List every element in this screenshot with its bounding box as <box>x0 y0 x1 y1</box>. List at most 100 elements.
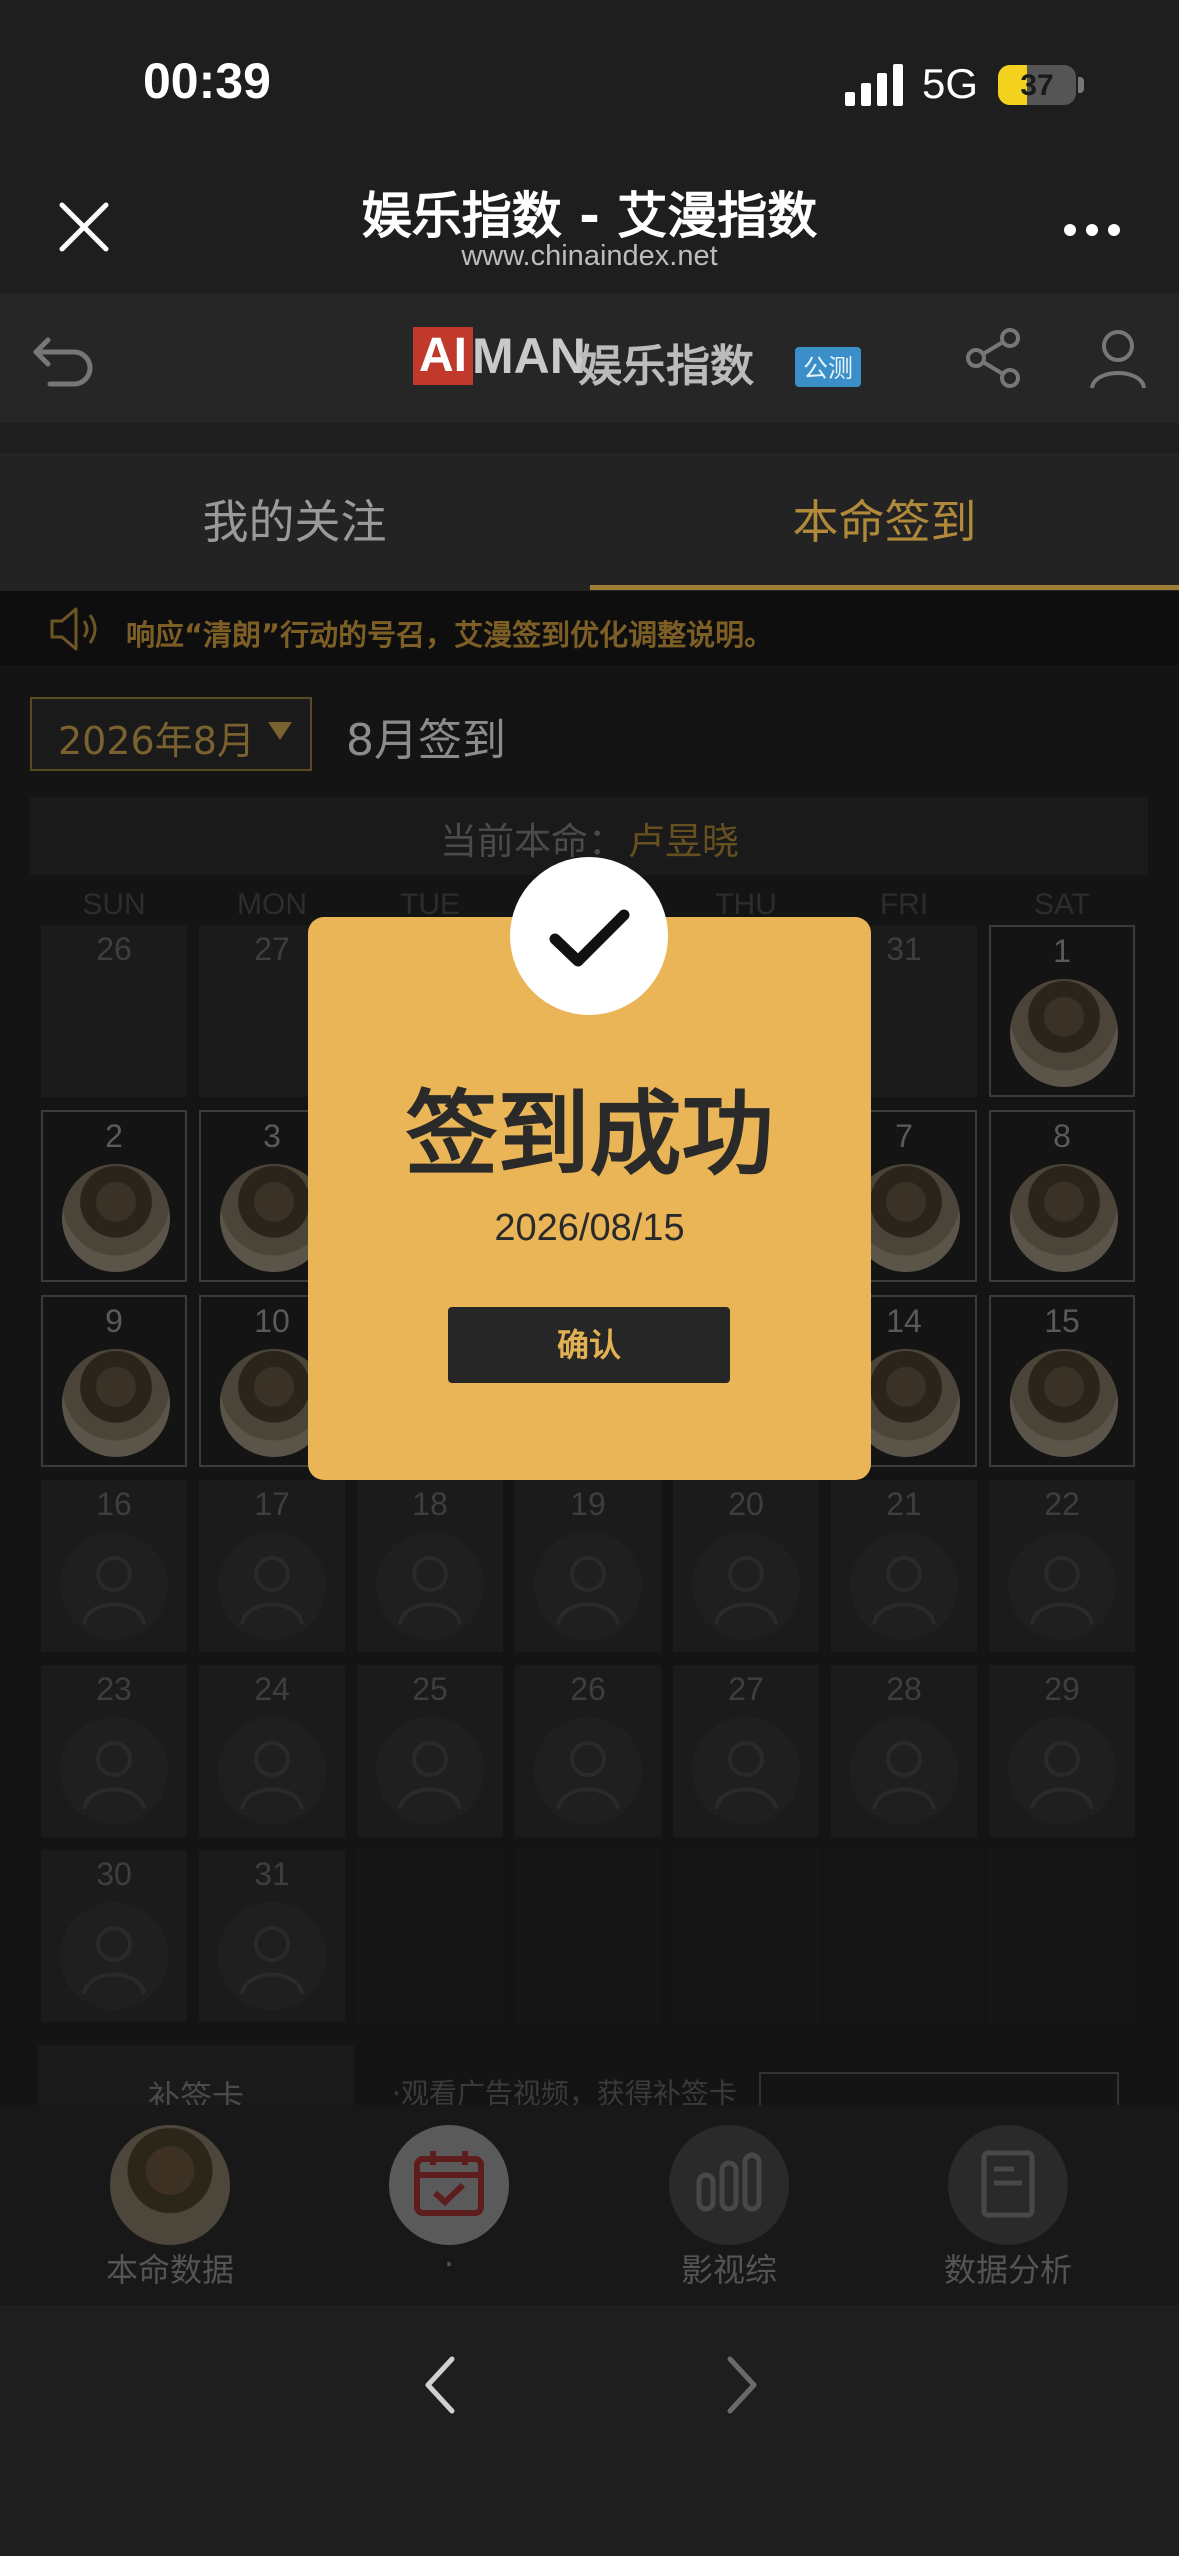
weekday-label: SUN <box>82 888 146 921</box>
browser-toolbar <box>0 2305 1179 2556</box>
check-icon <box>510 857 668 1015</box>
day-number: 27 <box>728 1671 764 1707</box>
day-number: 16 <box>96 1486 132 1522</box>
calendar-day[interactable]: 29 <box>989 1665 1135 1837</box>
day-number: 15 <box>1044 1303 1080 1339</box>
nav-item-checkin[interactable]: · <box>334 2125 564 2283</box>
bars-icon <box>669 2125 789 2245</box>
day-number: 8 <box>1053 1118 1071 1154</box>
user-placeholder-icon <box>850 1532 958 1640</box>
weekday-label: SAT <box>1033 888 1091 921</box>
calendar-day[interactable]: 21 <box>831 1480 977 1652</box>
day-number: 20 <box>728 1486 764 1522</box>
calendar-day <box>673 1850 819 2022</box>
user-placeholder-icon <box>534 1717 642 1825</box>
share-icon[interactable] <box>962 326 1026 390</box>
calendar-day[interactable]: 25 <box>357 1665 503 1837</box>
calendar-day <box>989 1850 1135 2022</box>
avatar <box>62 1349 170 1457</box>
calendar-day[interactable]: 23 <box>41 1665 187 1837</box>
day-number: 19 <box>570 1486 606 1522</box>
user-placeholder-icon <box>1008 1717 1116 1825</box>
day-number: 26 <box>570 1671 606 1707</box>
nav-item-analysis[interactable]: 数据分析 <box>893 2125 1123 2291</box>
user-placeholder-icon <box>60 1717 168 1825</box>
avatar <box>1010 1349 1118 1457</box>
more-icon[interactable] <box>1062 220 1122 240</box>
day-number: 24 <box>254 1671 290 1707</box>
day-number: 23 <box>96 1671 132 1707</box>
month-heading: 8月签到 <box>346 715 506 766</box>
calendar-day <box>357 1850 503 2022</box>
chevron-left-icon[interactable] <box>410 2345 470 2425</box>
user-placeholder-icon <box>218 1717 326 1825</box>
document-icon <box>948 2125 1068 2245</box>
calendar-day[interactable]: 2 <box>41 1110 187 1282</box>
calendar-day[interactable]: 22 <box>989 1480 1135 1652</box>
user-placeholder-icon <box>692 1717 800 1825</box>
nav-item-idol-data[interactable]: 本命数据 <box>55 2125 285 2291</box>
calendar-day[interactable]: 20 <box>673 1480 819 1652</box>
calendar-day[interactable]: 9 <box>41 1295 187 1467</box>
day-number: 28 <box>886 1671 922 1707</box>
calendar-day[interactable]: 30 <box>41 1850 187 2022</box>
day-number: 31 <box>254 1856 290 1892</box>
user-placeholder-icon <box>850 1717 958 1825</box>
notice-text[interactable]: 响应“清朗”行动的号召，艾漫签到优化调整说明。 <box>126 612 773 654</box>
beta-badge: 公测 <box>795 347 862 387</box>
user-placeholder-icon <box>218 1532 326 1640</box>
back-icon[interactable] <box>28 320 100 392</box>
user-placeholder-icon <box>60 1902 168 2010</box>
tab-checkin[interactable]: 本命签到 <box>590 453 1179 591</box>
month-select-value[interactable]: 2026年8月 <box>58 710 255 765</box>
chevron-right-icon[interactable] <box>712 2345 772 2425</box>
avatar <box>110 2125 230 2245</box>
calendar-day[interactable]: 19 <box>515 1480 661 1652</box>
day-number: 2 <box>105 1118 123 1154</box>
day-number: 9 <box>105 1303 123 1339</box>
calendar-day <box>831 1850 977 2022</box>
calendar-day[interactable]: 26 <box>41 925 187 1097</box>
calendar-day[interactable]: 1 <box>989 925 1135 1097</box>
user-placeholder-icon <box>1008 1532 1116 1640</box>
logo-man: MAN <box>472 328 586 384</box>
signal-icon <box>845 64 903 106</box>
nav-label: 本命数据 <box>105 2251 234 2289</box>
calendar-day[interactable]: 31 <box>199 1850 345 2022</box>
user-icon[interactable] <box>1086 326 1150 390</box>
status-time: 00:39 <box>143 53 271 109</box>
tab-my-follow[interactable]: 我的关注 <box>0 453 589 591</box>
calendar-day <box>515 1850 661 2022</box>
page-title: 娱乐指数 - 艾漫指数 <box>361 187 818 245</box>
speaker-icon <box>50 607 97 651</box>
day-number: 25 <box>412 1671 448 1707</box>
day-number: 26 <box>96 931 132 967</box>
calendar-day[interactable]: 15 <box>989 1295 1135 1467</box>
nav-label: · <box>443 2245 455 2283</box>
page-url: www.chinaindex.net <box>461 240 718 272</box>
user-placeholder-icon <box>534 1532 642 1640</box>
day-number: 21 <box>886 1486 922 1522</box>
user-placeholder-icon <box>376 1717 484 1825</box>
calendar-check-icon <box>389 2125 509 2245</box>
avatar <box>1010 979 1118 1087</box>
calendar-day[interactable]: 28 <box>831 1665 977 1837</box>
calendar-day[interactable]: 18 <box>357 1480 503 1652</box>
tab-active-indicator <box>590 585 1179 590</box>
calendar-day[interactable]: 17 <box>199 1480 345 1652</box>
confirm-button[interactable]: 确认 <box>448 1307 730 1383</box>
calendar-day[interactable]: 24 <box>199 1665 345 1837</box>
day-number: 1 <box>1053 933 1071 969</box>
nav-item-film-tv[interactable]: 影视综 <box>614 2125 844 2291</box>
battery-level: 37 <box>1020 69 1054 102</box>
logo-ai: AI <box>413 327 473 385</box>
avatar <box>62 1164 170 1272</box>
day-number: 17 <box>254 1486 290 1522</box>
tab-bar: 我的关注 本命签到 <box>0 453 1179 591</box>
calendar-day[interactable]: 16 <box>41 1480 187 1652</box>
calendar-day[interactable]: 27 <box>673 1665 819 1837</box>
calendar-day[interactable]: 26 <box>515 1665 661 1837</box>
day-number: 29 <box>1044 1671 1080 1707</box>
dropdown-arrow-icon[interactable] <box>268 722 292 740</box>
calendar-day[interactable]: 8 <box>989 1110 1135 1282</box>
